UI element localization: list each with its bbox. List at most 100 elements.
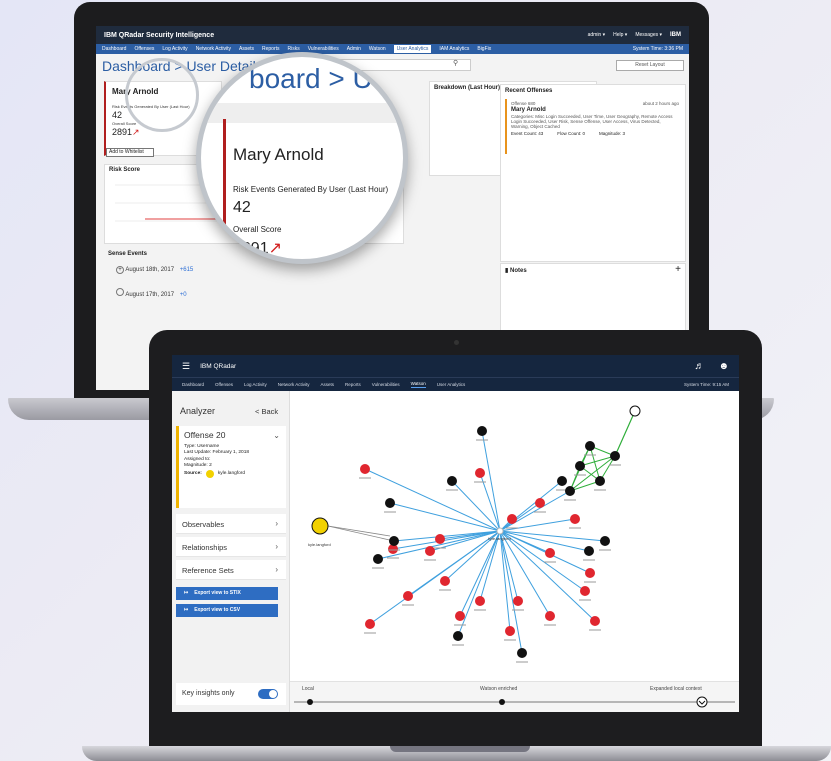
nav-watson[interactable]: Watson	[369, 46, 386, 52]
node-black-circle	[447, 476, 457, 486]
magnified-score-value: 2891↗	[233, 240, 282, 257]
nav-network-activity[interactable]: Network Activity	[278, 382, 310, 387]
qradar-app-title: IBM QRadar Security Intelligence	[104, 31, 215, 39]
offense-card[interactable]: Offense 680 about 2 hours ago Mary Arnol…	[505, 99, 683, 154]
recent-offenses-title: Recent Offenses	[505, 88, 553, 94]
key-insights-row: Key insights only	[176, 683, 286, 705]
node-black-circle	[385, 498, 395, 508]
reset-layout-button[interactable]: Reset Layout	[616, 60, 684, 71]
node-red-circle	[365, 619, 375, 629]
comment-icon: ▮	[505, 268, 509, 274]
user-node-icon	[629, 405, 641, 417]
nav-reports[interactable]: Reports	[262, 46, 280, 52]
chevron-right-icon[interactable]: ›	[275, 519, 278, 528]
sense-event-row: August 17th, 2017 +0	[116, 288, 187, 298]
nav-user-analytics[interactable]: User Analytics	[393, 45, 432, 53]
nav-iam-analytics[interactable]: IAM Analytics	[439, 46, 469, 52]
node-red-circle	[475, 596, 485, 606]
source-user-node	[311, 517, 329, 535]
export-csv-button[interactable]: ↦ Export view to CSV	[176, 604, 278, 617]
add-note-icon[interactable]: +	[675, 264, 681, 275]
hub-label: kyle.langford	[488, 536, 511, 541]
node-black-circle	[585, 441, 595, 451]
offense-name: Offense 20	[184, 430, 226, 440]
context-slider[interactable]: Local Watson enriched Expanded local con…	[290, 681, 739, 712]
magnified-score-label: Overall Score	[233, 225, 282, 234]
nav-user-analytics[interactable]: User Analytics	[437, 382, 466, 387]
node-red-circle	[535, 498, 545, 508]
front-header: ☰ IBM QRadar ♬ ☻	[172, 355, 739, 377]
node-red-circle	[585, 568, 595, 578]
nav-admin[interactable]: Admin	[347, 46, 361, 52]
analyzer-title: Analyzer	[180, 406, 216, 416]
node-red-circle	[440, 576, 450, 586]
node-black-circle	[373, 554, 383, 564]
admin-menu[interactable]: admin ▾	[588, 32, 606, 38]
nav-assets[interactable]: Assets	[320, 382, 334, 387]
nav-log-activity[interactable]: Log Activity	[244, 382, 267, 387]
offense-summary[interactable]: Offense 20 ⌄ Type: Username Last Update:…	[176, 426, 286, 508]
front-nav: Dashboard Offenses Log Activity Network …	[172, 377, 739, 391]
notification-bell-icon[interactable]: ♬	[694, 361, 704, 372]
node-red-circle	[403, 591, 413, 601]
key-insights-label: Key insights only	[182, 690, 235, 697]
node-red-circle	[475, 468, 485, 478]
observables-section[interactable]: Observables ›	[176, 514, 286, 534]
node-red-circle	[513, 596, 523, 606]
offense-categories: Categories: Misc Login Succeeded, User T…	[511, 114, 673, 129]
user-avatar-icon	[205, 469, 214, 478]
nav-vulnerabilities[interactable]: Vulnerabilities	[308, 46, 339, 52]
nav-bigfix[interactable]: BigFix	[477, 46, 491, 52]
help-menu[interactable]: Help ▾	[613, 32, 627, 38]
slider-stop-local	[307, 699, 313, 705]
source-user-label: kyle.langford	[308, 542, 331, 547]
nav-offenses[interactable]: Offenses	[215, 382, 233, 387]
hamburger-menu-icon[interactable]: ☰	[182, 361, 190, 372]
back-link[interactable]: < Back	[255, 407, 278, 416]
magnified-red-bar	[223, 119, 226, 259]
add-circle-icon[interactable]: +	[116, 266, 124, 274]
offense-last-update: Last Update: February 1, 2018	[184, 450, 250, 456]
export-stix-button[interactable]: ↦ Export view to STIX	[176, 587, 278, 600]
key-insights-toggle[interactable]	[258, 689, 278, 699]
nav-dashboard[interactable]: Dashboard	[182, 382, 204, 387]
add-to-whitelist-button[interactable]: Add to Whitelist	[106, 148, 154, 157]
magnified-user-name: Mary Arnold	[233, 145, 324, 164]
relationships-section[interactable]: Relationships ›	[176, 537, 286, 557]
search-icon[interactable]: ⚲	[453, 59, 458, 67]
nav-reports[interactable]: Reports	[345, 382, 361, 387]
node-black-circle	[575, 461, 585, 471]
node-red-circle	[570, 514, 580, 524]
qradar-topbar: IBM QRadar Security Intelligence admin ▾…	[96, 26, 689, 44]
slider-stop-watson	[499, 699, 505, 705]
nav-dashboard[interactable]: Dashboard	[102, 46, 126, 52]
node-red-circle	[545, 611, 555, 621]
nav-assets[interactable]: Assets	[239, 46, 254, 52]
offense-user: Mary Arnold	[511, 107, 546, 113]
circle-icon	[116, 288, 124, 296]
chevron-right-icon[interactable]: ›	[275, 565, 278, 574]
node-black-circle	[557, 476, 567, 486]
node-red-circle	[505, 626, 515, 636]
nav-watson[interactable]: Watson	[410, 381, 426, 388]
offense-source: Source: kyle.langford	[184, 469, 281, 478]
relationship-graph[interactable]: kyle.langford kyle.langford	[290, 391, 739, 681]
graph-canvas[interactable]: kyle.langford kyle.langford	[290, 391, 739, 681]
nav-log-activity[interactable]: Log Activity	[162, 46, 187, 52]
chevron-down-icon[interactable]: ⌄	[273, 432, 280, 440]
user-profile-icon[interactable]: ☻	[718, 361, 729, 372]
slider-track[interactable]	[290, 682, 739, 712]
nav-network-activity[interactable]: Network Activity	[196, 46, 231, 52]
system-time: System Time: 9:15 AM	[683, 382, 729, 387]
nav-offenses[interactable]: Offenses	[134, 46, 154, 52]
export-icon: ↦	[184, 590, 189, 596]
messages-menu[interactable]: Messages ▾	[635, 32, 662, 38]
node-red-circle	[360, 464, 370, 474]
chevron-right-icon[interactable]: ›	[275, 542, 278, 551]
node-black-circle	[565, 486, 575, 496]
analyzer-sidebar: Analyzer < Back Offense 20 ⌄ Type: Usern…	[172, 391, 290, 712]
node-black-circle	[477, 426, 487, 436]
node-black-circle	[600, 536, 610, 546]
reference-sets-section[interactable]: Reference Sets ›	[176, 560, 286, 580]
nav-vulnerabilities[interactable]: Vulnerabilities	[372, 382, 400, 387]
